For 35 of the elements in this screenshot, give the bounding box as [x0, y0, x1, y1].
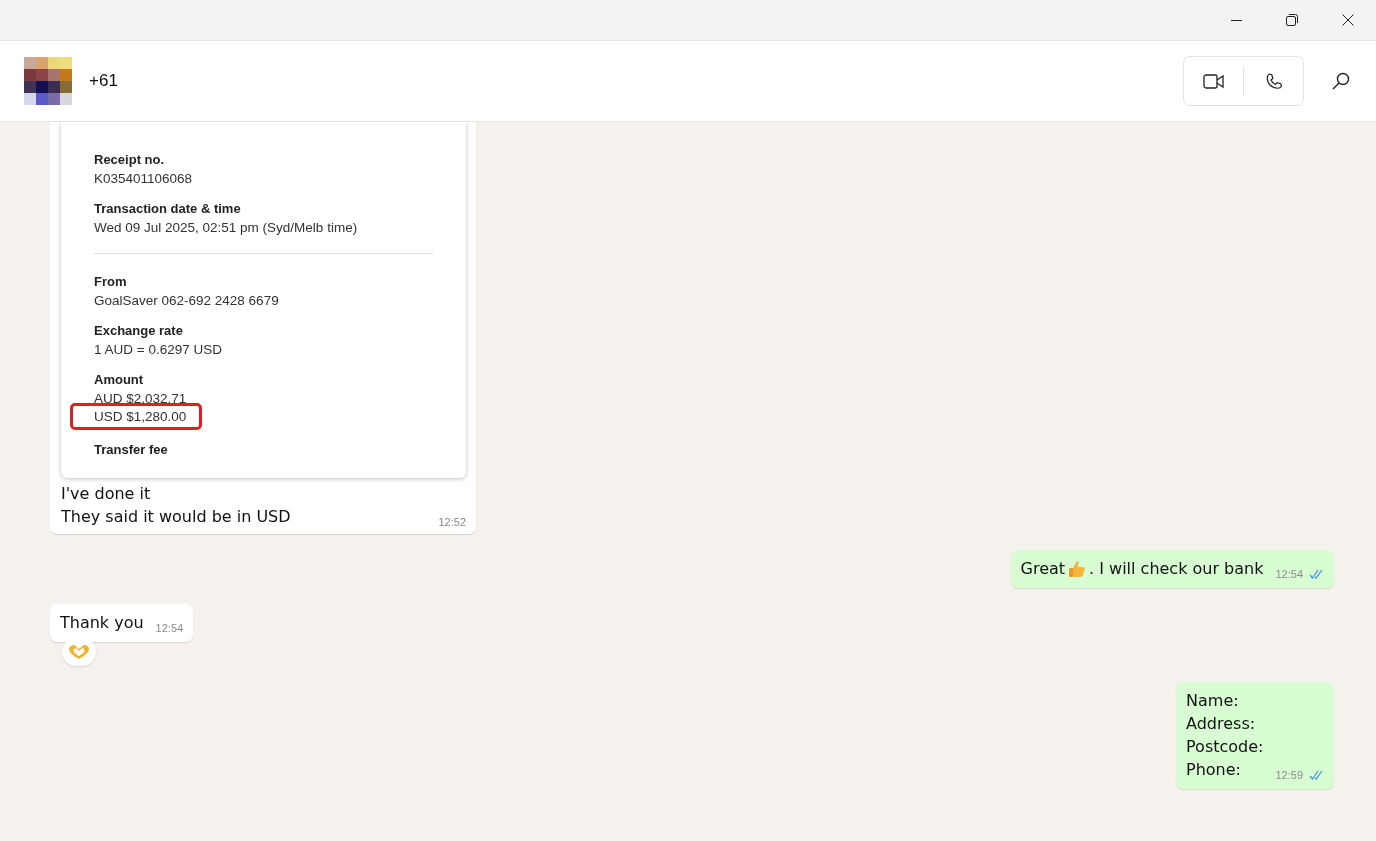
- search-icon: [1332, 72, 1350, 90]
- receipt-value: K035401106068: [94, 171, 193, 186]
- highlighted-amount: USD $1,280.00: [73, 406, 200, 427]
- receipt-label: Amount: [94, 372, 145, 387]
- message-text: Great: [1020, 558, 1066, 580]
- heart-hands-icon: [68, 644, 90, 660]
- video-camera-icon: [1202, 73, 1225, 89]
- minimize-icon: [1230, 19, 1242, 21]
- receipt-label: Transfer fee: [94, 442, 169, 457]
- contact-name: +61: [89, 71, 118, 91]
- reaction-badge[interactable]: [62, 638, 96, 666]
- message-text: Name:: [1186, 690, 1240, 712]
- message-text: Postcode:: [1186, 736, 1264, 758]
- message-text: Address:: [1186, 713, 1257, 735]
- message-text: They said it would be in USD: [61, 506, 291, 528]
- close-icon: [1342, 14, 1354, 26]
- message-time: 12:59: [1275, 769, 1303, 781]
- message-text: . I will check our bank: [1089, 558, 1264, 580]
- receipt-label: Receipt no.: [94, 152, 166, 167]
- phone-icon: [1264, 71, 1283, 91]
- message-text: Thank you: [60, 612, 144, 634]
- receipt-label: From: [94, 274, 128, 289]
- receipt-value: GoalSaver 062-692 2428 6679: [94, 293, 279, 308]
- receipt-label: Exchange rate: [94, 323, 184, 338]
- thumbs-up-icon: [1067, 558, 1088, 579]
- receipt-value: AUD $2,032.71: [94, 391, 187, 406]
- message-time: 12:54: [1275, 568, 1303, 580]
- message-text: I've done it: [61, 483, 152, 505]
- message-time: 12:54: [155, 622, 184, 634]
- receipt-label: Transaction date & time: [94, 201, 242, 216]
- message-time: 12:52: [438, 516, 466, 528]
- restore-icon: [1286, 14, 1298, 26]
- receipt-value: 1 AUD = 0.6297 USD: [94, 342, 222, 357]
- receipt-value: Wed 09 Jul 2025, 02:51 pm (Syd/Melb time): [94, 220, 358, 235]
- message-text: Phone:: [1186, 759, 1242, 781]
